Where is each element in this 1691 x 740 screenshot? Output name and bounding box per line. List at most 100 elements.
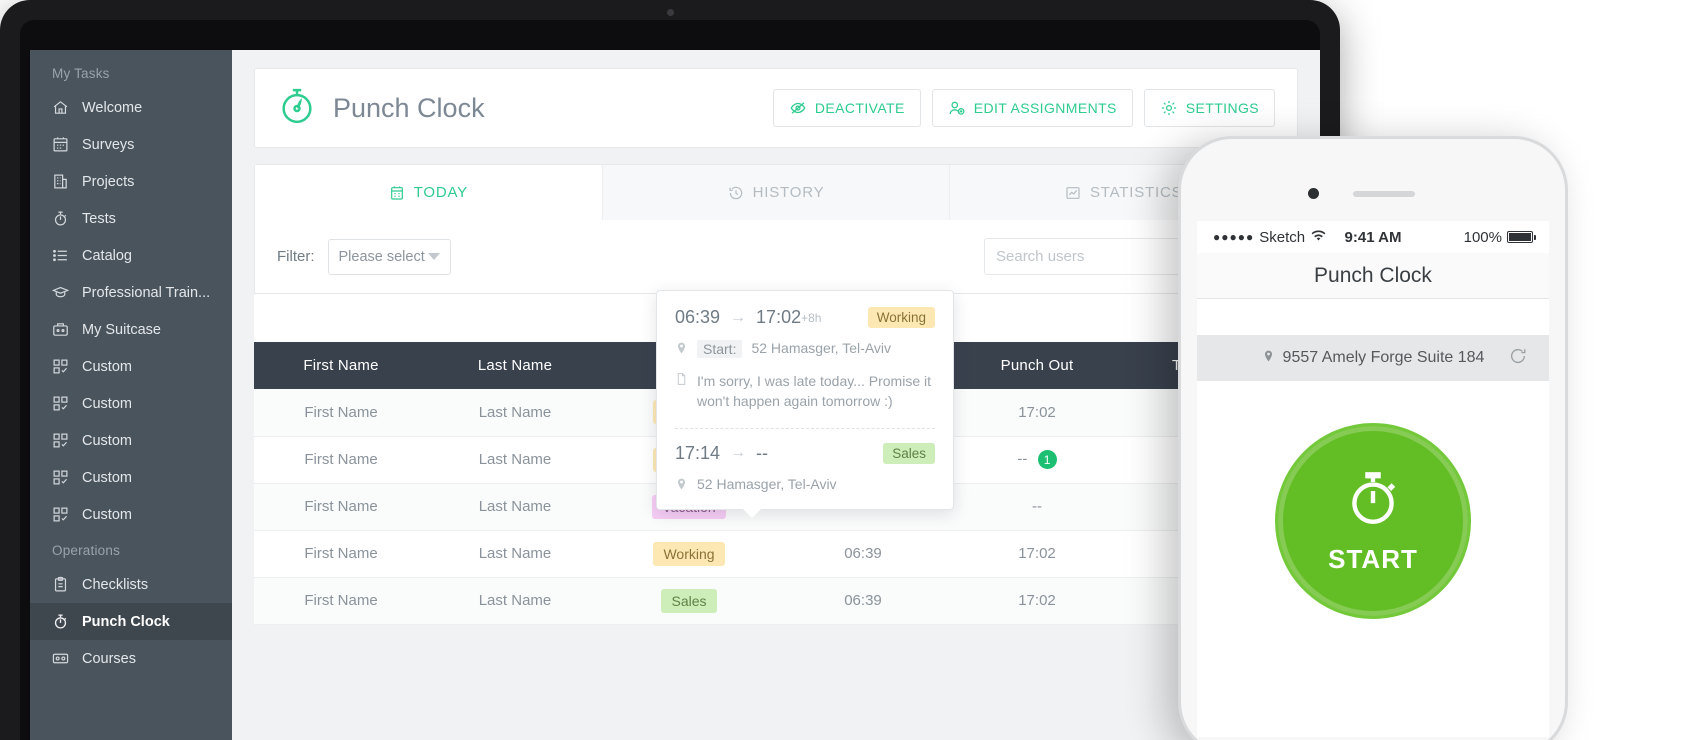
entry-status-badge: Sales [883, 442, 935, 464]
arrow-right-icon: → [730, 308, 747, 326]
entry-end-time: 17:02 [756, 307, 802, 327]
location-address: 52 Hamasger, Tel-Aviv [751, 340, 892, 356]
tab-today-label: TODAY [413, 184, 468, 201]
location-type-chip: Start: [697, 340, 743, 358]
screenshot-root: My Tasks Welcome Surveys Projects Tests … [0, 0, 1691, 740]
status-badge: Working [653, 541, 725, 566]
sidebar-item-welcome[interactable]: Welcome [30, 89, 232, 126]
page-title: Punch Clock [333, 92, 485, 123]
tab-today[interactable]: TODAY [255, 165, 603, 220]
document-icon [675, 371, 688, 390]
table-row[interactable]: First Name Last Name Working 06:39 17:02… [254, 530, 1298, 578]
sidebar-item-label: Custom [82, 432, 132, 449]
search-input[interactable] [996, 248, 1195, 265]
phone-device-frame: ●●●●● Sketch 9:41 AM 100% Punch Clock 95… [1178, 136, 1568, 740]
clipboard-icon [52, 576, 69, 593]
table-row[interactable]: First Name Last Name Sales 06:39 17:02 0… [254, 577, 1298, 625]
deactivate-button[interactable]: DEACTIVATE [772, 89, 921, 127]
cell-punch-out[interactable]: -- 1 [950, 436, 1124, 484]
cell-first-name: First Name [254, 483, 428, 531]
sidebar-item-custom-2[interactable]: Custom [30, 385, 232, 422]
page-title-group: Punch Clock [277, 86, 485, 131]
grid-icon [52, 506, 69, 523]
sidebar-item-custom-3[interactable]: Custom [30, 422, 232, 459]
sidebar-item-custom-5[interactable]: Custom [30, 496, 232, 533]
popover-entry-2-header: 17:14 → -- Sales [675, 442, 935, 464]
sidebar-item-surveys[interactable]: Surveys [30, 126, 232, 163]
suitcase-icon [52, 321, 69, 338]
phone-status-right: 100% [1463, 228, 1536, 246]
cell-punch-out: 17:02 [950, 577, 1124, 625]
location-address: 52 Hamasger, Tel-Aviv [697, 475, 837, 492]
gear-icon [1160, 99, 1178, 117]
sidebar-item-label: Custom [82, 506, 132, 523]
phone-screen: ●●●●● Sketch 9:41 AM 100% Punch Clock 95… [1197, 221, 1549, 737]
cell-first-name: First Name [254, 577, 428, 625]
column-header-first-name[interactable]: First Name [254, 342, 428, 389]
grid-icon [52, 469, 69, 486]
cell-status: Working [602, 530, 776, 578]
history-icon [728, 185, 744, 201]
phone-navbar-title: Punch Clock [1314, 263, 1432, 287]
sidebar-item-label: Punch Clock [82, 613, 170, 630]
sidebar-item-label: My Suitcase [82, 321, 161, 338]
user-add-icon [948, 99, 966, 117]
pin-icon [675, 476, 688, 495]
phone-status-bar: ●●●●● Sketch 9:41 AM 100% [1197, 221, 1549, 253]
column-header-punch-out[interactable]: Punch Out [950, 342, 1124, 389]
cell-punch-out: 17:02 [950, 530, 1124, 578]
sidebar-item-label: Tests [82, 210, 116, 227]
sidebar-item-projects[interactable]: Projects [30, 163, 232, 200]
list-icon [52, 247, 69, 264]
arrow-right-icon: → [730, 444, 747, 462]
popover-divider [675, 427, 935, 429]
cell-status: Sales [602, 577, 776, 625]
punch-out-time: -- [1017, 450, 1028, 468]
search-users-box[interactable] [984, 238, 1213, 275]
sidebar-item-label: Projects [82, 173, 135, 190]
sidebar-item-label: Custom [82, 469, 132, 486]
cell-first-name: First Name [254, 530, 428, 578]
calendar-icon [389, 185, 405, 201]
tablet-camera-icon [667, 9, 674, 16]
sidebar-item-tests[interactable]: Tests [30, 200, 232, 237]
stopwatch-icon [1342, 467, 1404, 534]
sidebar-item-label: Professional Train... [82, 284, 211, 301]
page-header-card: Punch Clock DEACTIVATE EDIT ASSIGNMENTS … [254, 68, 1298, 148]
edit-assignments-button[interactable]: EDIT ASSIGNMENTS [931, 89, 1133, 127]
phone-location-bar: 9557 Amely Forge Suite 184 [1197, 335, 1549, 381]
sidebar-item-custom-1[interactable]: Custom [30, 348, 232, 385]
sidebar-item-catalog[interactable]: Catalog [30, 237, 232, 274]
column-header-last-name[interactable]: Last Name [428, 342, 602, 389]
cell-punch-out: 17:02 [950, 389, 1124, 437]
filter-select[interactable]: Please select [327, 238, 451, 275]
sidebar-item-label: Welcome [82, 99, 143, 116]
refresh-icon[interactable] [1509, 347, 1527, 370]
entry-start-time: 06:39 [675, 307, 721, 327]
sidebar-item-courses[interactable]: Courses [30, 640, 232, 677]
settings-button[interactable]: SETTINGS [1143, 89, 1275, 127]
graduation-cap-icon [52, 284, 69, 301]
battery-percent-label: 100% [1463, 228, 1502, 246]
tabs-bar: TODAY HISTORY STATISTICS [254, 164, 1298, 220]
sidebar-item-my-suitcase[interactable]: My Suitcase [30, 311, 232, 348]
pin-icon [675, 340, 688, 359]
sidebar-item-custom-4[interactable]: Custom [30, 459, 232, 496]
sidebar-section-operations-label: Operations [52, 543, 121, 558]
chevron-down-icon [427, 253, 440, 260]
sidebar-item-label: Custom [82, 358, 132, 375]
grid-icon [52, 358, 69, 375]
tab-history[interactable]: HISTORY [602, 165, 951, 220]
entry-end-time: -- [756, 442, 769, 463]
settings-button-label: SETTINGS [1185, 100, 1259, 116]
filter-select-value: Please select [338, 248, 425, 265]
sidebar-item-professional-training[interactable]: Professional Train... [30, 274, 232, 311]
sidebar-item-checklists[interactable]: Checklists [30, 566, 232, 603]
popover-entry-2-location: 52 Hamasger, Tel-Aviv [675, 476, 935, 495]
start-button[interactable]: START [1275, 423, 1471, 619]
stopwatch-icon [52, 613, 69, 630]
pin-icon [1262, 348, 1275, 369]
popover-entry-1-location: Start: 52 Hamasger, Tel-Aviv [675, 340, 935, 359]
tab-statistics-label: STATISTICS [1089, 184, 1183, 201]
sidebar-item-punch-clock[interactable]: Punch Clock [30, 603, 232, 640]
